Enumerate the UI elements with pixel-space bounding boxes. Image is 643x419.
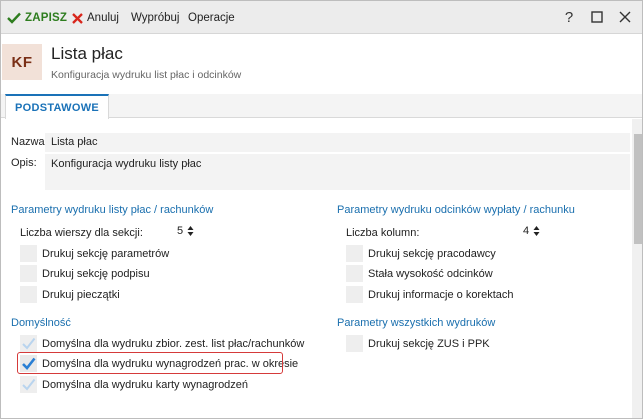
rows-value: 5 xyxy=(177,225,184,237)
description-label: Opis: xyxy=(11,157,37,169)
checkbox-label: Domyślna dla wydruku zbior. zest. list p… xyxy=(42,338,305,350)
columns-value: 4 xyxy=(523,225,530,237)
tab-podstawowe[interactable]: PODSTAWOWE xyxy=(5,94,109,119)
checkbox-label: Stała wysokość odcinków xyxy=(368,268,493,280)
section-title-list-params: Parametry wydruku listy płac / rachunków xyxy=(11,204,214,216)
stepper-arrows-icon[interactable] xyxy=(187,225,194,237)
checkbox-corrections[interactable] xyxy=(346,286,363,303)
check-icon xyxy=(7,12,21,24)
maximize-button[interactable] xyxy=(586,7,608,27)
page-subtitle: Konfiguracja wydruku list płac i odcinkó… xyxy=(51,69,242,81)
window: ZAPISZ Anuluj Wypróbuj Operacje ? KF Lis… xyxy=(0,0,643,419)
page-title: Lista płac xyxy=(51,44,123,63)
section-title-all-printouts: Parametry wszystkich wydruków xyxy=(337,317,496,329)
save-label: ZAPISZ xyxy=(25,12,68,24)
try-button[interactable]: Wypróbuj xyxy=(131,9,179,27)
checkbox-fixed-height[interactable] xyxy=(346,265,363,282)
tab-bar: PODSTAWOWE xyxy=(1,94,642,119)
cancel-button[interactable]: Anuluj xyxy=(72,9,119,27)
section-title-defaults: Domyślność xyxy=(11,317,71,329)
name-label: Nazwa: xyxy=(11,136,48,148)
rows-stepper[interactable]: 5 xyxy=(177,225,194,237)
checkbox-stamps[interactable] xyxy=(20,286,37,303)
checkbox-label: Domyślna dla wydruku karty wynagrodzeń xyxy=(42,379,249,391)
columns-label: Liczba kolumn: xyxy=(346,227,420,239)
name-input[interactable]: Lista płac xyxy=(45,133,630,152)
checkbox-zus-ppk[interactable] xyxy=(346,335,363,352)
cancel-label: Anuluj xyxy=(87,12,119,24)
checkbox-default-pay-card[interactable] xyxy=(20,376,37,393)
save-button[interactable]: ZAPISZ xyxy=(7,9,67,27)
description-input[interactable]: Konfiguracja wydruku listy płac xyxy=(45,154,630,190)
maximize-icon xyxy=(591,11,603,23)
checkbox-label: Drukuj sekcję ZUS i PPK xyxy=(368,338,490,350)
section-title-payslip-params: Parametry wydruku odcinków wypłaty / rac… xyxy=(337,204,575,216)
rows-label: Liczba wierszy dla sekcji: xyxy=(20,227,143,239)
highlight-frame xyxy=(17,352,283,374)
module-badge: KF xyxy=(2,44,42,80)
close-icon xyxy=(72,12,83,24)
checkbox-label: Drukuj informacje o korektach xyxy=(368,289,514,301)
stepper-arrows-icon[interactable] xyxy=(533,225,540,237)
checkbox-label: Drukuj sekcję pracodawcy xyxy=(368,248,496,260)
columns-stepper[interactable]: 4 xyxy=(523,225,540,237)
checkbox-default-summary[interactable] xyxy=(20,335,37,352)
close-window-icon xyxy=(619,11,631,23)
close-window-button[interactable] xyxy=(614,7,636,27)
try-label: Wypróbuj xyxy=(131,12,180,24)
toolbar: ZAPISZ Anuluj Wypróbuj Operacje ? xyxy=(1,1,642,34)
checkbox-signature[interactable] xyxy=(20,265,37,282)
check-icon xyxy=(22,337,36,350)
help-icon: ? xyxy=(564,8,574,26)
scrollbar-thumb[interactable] xyxy=(634,134,642,244)
checkbox-employer[interactable] xyxy=(346,245,363,262)
help-button[interactable]: ? xyxy=(558,7,580,27)
check-icon xyxy=(22,378,36,391)
operations-label: Operacje xyxy=(188,12,235,24)
checkbox-label: Drukuj pieczątki xyxy=(42,289,120,301)
checkbox-label: Drukuj sekcję podpisu xyxy=(42,268,150,280)
operations-button[interactable]: Operacje xyxy=(188,9,235,27)
checkbox-parameters[interactable] xyxy=(20,245,37,262)
checkbox-label: Drukuj sekcję parametrów xyxy=(42,248,170,260)
